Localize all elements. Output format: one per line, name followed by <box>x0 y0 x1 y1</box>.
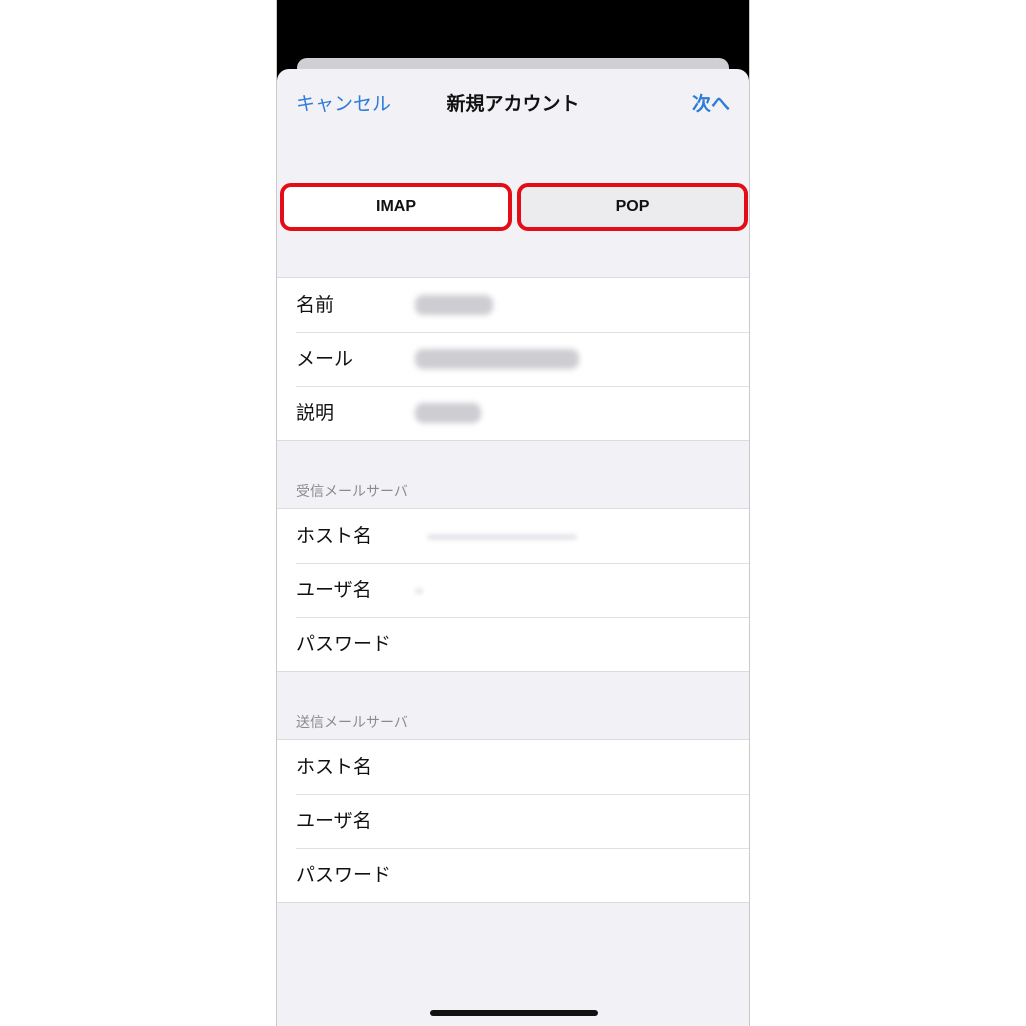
incoming-user-row[interactable]: ユーザ名 <box>277 563 749 617</box>
incoming-host-field[interactable] <box>427 534 577 540</box>
description-label: 説明 <box>296 402 335 424</box>
name-row[interactable]: 名前 <box>277 278 749 332</box>
phone-screen: 新規アカウント キャンセル 次へ IMAP POP 名前 メール 説明 受信メー… <box>276 0 750 1026</box>
name-field[interactable] <box>415 295 493 315</box>
incoming-user-label: ユーザ名 <box>296 579 372 601</box>
email-row[interactable]: メール <box>277 332 749 386</box>
home-indicator[interactable] <box>430 1010 598 1016</box>
description-field[interactable] <box>415 403 481 423</box>
email-label: メール <box>296 348 354 370</box>
outgoing-password-label: パスワード <box>296 864 392 886</box>
navigation-bar: 新規アカウント キャンセル 次へ <box>277 89 749 119</box>
outgoing-server-header: 送信メールサーバ <box>296 715 408 731</box>
name-label: 名前 <box>296 294 335 316</box>
pop-segment-button[interactable]: POP <box>517 183 748 231</box>
incoming-password-row[interactable]: パスワード <box>277 617 749 671</box>
account-info-group: 名前 メール 説明 <box>277 277 749 441</box>
email-field[interactable] <box>415 349 579 369</box>
next-button[interactable]: 次へ <box>692 89 730 119</box>
incoming-password-label: パスワード <box>296 633 392 655</box>
incoming-server-header: 受信メールサーバ <box>296 484 408 500</box>
outgoing-host-label: ホスト名 <box>296 756 373 778</box>
outgoing-host-row[interactable]: ホスト名 <box>277 740 749 794</box>
imap-segment-button[interactable]: IMAP <box>280 183 512 231</box>
incoming-host-row[interactable]: ホスト名 <box>277 509 749 563</box>
incoming-server-group: ホスト名 ユーザ名 パスワード <box>277 508 749 672</box>
outgoing-user-label: ユーザ名 <box>296 810 372 832</box>
outgoing-user-row[interactable]: ユーザ名 <box>277 794 749 848</box>
outgoing-password-row[interactable]: パスワード <box>277 848 749 902</box>
cancel-button[interactable]: キャンセル <box>296 89 391 119</box>
new-account-sheet: 新規アカウント キャンセル 次へ IMAP POP 名前 メール 説明 受信メー… <box>277 69 749 1026</box>
description-row[interactable]: 説明 <box>277 386 749 440</box>
outgoing-server-group: ホスト名 ユーザ名 パスワード <box>277 739 749 903</box>
incoming-user-field[interactable] <box>415 588 423 594</box>
incoming-host-label: ホスト名 <box>296 525 373 547</box>
